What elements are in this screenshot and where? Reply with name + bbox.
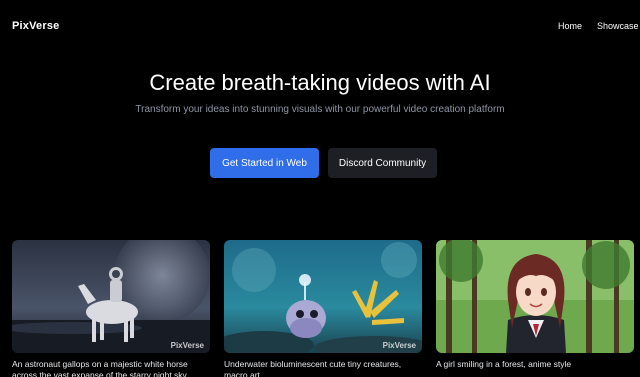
showcase-card-forest-girl[interactable]: A girl smiling in a forest, anime style	[436, 240, 634, 370]
brand-logo[interactable]: PixVerse	[12, 20, 59, 32]
pixverse-watermark: PixVerse	[170, 341, 204, 350]
forest-girl-image	[436, 240, 634, 353]
showcase-video-thumbnail[interactable]: PixVerse	[224, 240, 422, 353]
underwater-creature-image	[224, 240, 422, 353]
discord-community-button[interactable]: Discord Community	[328, 148, 437, 178]
showcase-caption: A girl smiling in a forest, anime style	[436, 359, 572, 369]
top-nav: PixVerse Home Showcase	[0, 0, 640, 52]
showcase-video-thumbnail[interactable]	[436, 240, 634, 353]
nav-home-link[interactable]: Home	[558, 21, 582, 31]
showcase-caption: An astronaut gallops on a majestic white…	[12, 359, 188, 377]
showcase-card-underwater[interactable]: PixVerse Underwater bioluminescent cute …	[224, 240, 422, 377]
get-started-button[interactable]: Get Started in Web	[210, 148, 319, 178]
showcase-video-thumbnail[interactable]: PixVerse	[12, 240, 210, 353]
showcase-caption: Underwater bioluminescent cute tiny crea…	[224, 359, 402, 377]
hero-subtitle: Transform your ideas into stunning visua…	[135, 104, 505, 115]
nav-showcase-link[interactable]: Showcase	[597, 21, 639, 31]
showcase-card-astronaut[interactable]: PixVerse An astronaut gallops on a majes…	[12, 240, 210, 377]
pixverse-watermark: PixVerse	[382, 341, 416, 350]
astronaut-horse-image	[12, 240, 210, 353]
hero-title: Create breath-taking videos with AI	[149, 70, 491, 95]
